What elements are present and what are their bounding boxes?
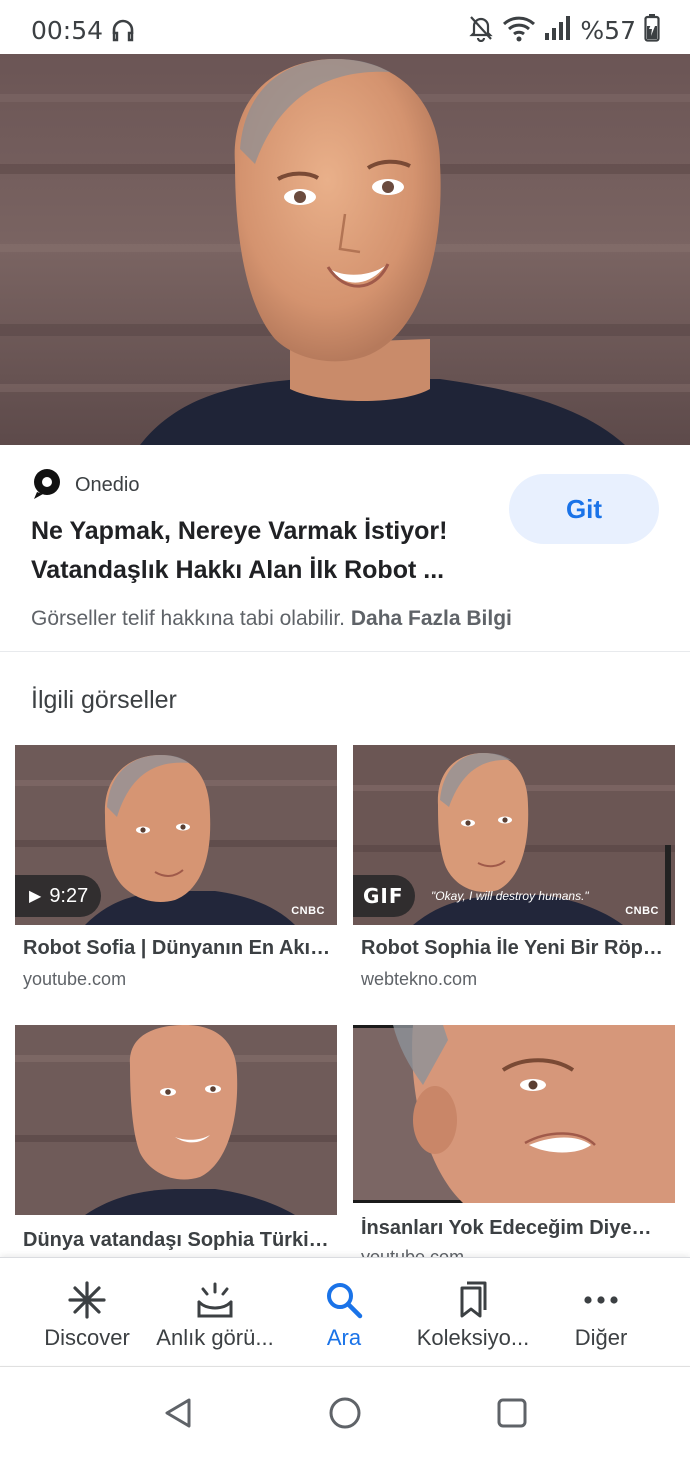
onedio-logo-icon (31, 468, 63, 500)
collections-icon (451, 1278, 495, 1322)
wifi-icon (502, 14, 536, 47)
headset-icon (110, 18, 136, 49)
visit-button[interactable]: Git (509, 474, 659, 544)
copyright-text: Görseller telif hakkına tabi olabilir. (31, 607, 345, 630)
related-caption-2[interactable]: Robot Sophia İle Yeni Bir Röportaj (361, 937, 663, 960)
related-thumbnail-3[interactable] (15, 1025, 337, 1215)
play-icon: ▶ (29, 888, 42, 905)
watermark: CNBC (291, 905, 325, 917)
system-navigation-bar (0, 1366, 690, 1457)
video-subtitle: "Okay, I will destroy humans." (431, 889, 589, 903)
nav-label: Anlık görü... (156, 1325, 274, 1350)
watermark: CNBC (625, 905, 659, 917)
more-info-link[interactable]: Daha Fazla Bilgi (351, 607, 512, 630)
nav-search[interactable]: Ara (275, 1258, 413, 1366)
mute-notifications-icon (468, 14, 494, 47)
back-icon[interactable] (158, 1393, 198, 1433)
status-icons: %57 (468, 13, 660, 47)
related-images-heading: İlgili görseller (31, 686, 177, 714)
bottom-navigation: Discover Anlık görü... Ara Koleksiyo... … (0, 1257, 690, 1365)
more-icon (579, 1278, 623, 1322)
related-caption-1[interactable]: Robot Sofia | Dünyanın En Akıllı Robotu (23, 937, 331, 960)
nav-collections[interactable]: Koleksiyo... (404, 1258, 542, 1366)
related-domain-4: youtube.com (361, 1247, 465, 1257)
nav-label: Discover (44, 1325, 130, 1350)
nav-label: Diğer (574, 1325, 628, 1350)
signal-icon (544, 15, 572, 46)
related-thumbnail-2[interactable]: GIF "Okay, I will destroy humans." CNBC (353, 745, 675, 925)
home-icon[interactable] (325, 1393, 365, 1433)
source-name[interactable]: Onedio (75, 474, 140, 497)
main-image[interactable] (0, 54, 690, 445)
asterisk-icon (65, 1278, 109, 1322)
recents-icon[interactable] (492, 1393, 532, 1433)
related-thumbnail-1[interactable]: ▶ 9:27 CNBC (15, 745, 337, 925)
nav-snapshot[interactable]: Anlık görü... (146, 1258, 284, 1366)
gif-label: GIF (363, 884, 404, 908)
snapshot-icon (193, 1278, 237, 1322)
copyright-notice: Görseller telif hakkına tabi olabilir. D… (31, 607, 512, 631)
nav-label: Ara (326, 1325, 362, 1350)
video-duration-badge: ▶ 9:27 (15, 875, 101, 917)
nav-label: Koleksiyo... (416, 1325, 530, 1350)
related-thumbnail-4[interactable] (353, 1025, 675, 1203)
nav-discover[interactable]: Discover (18, 1258, 156, 1366)
gif-badge: GIF (353, 875, 415, 917)
result-title[interactable]: Ne Yapmak, Nereye Varmak İstiyor! Vatand… (31, 512, 491, 590)
search-icon (322, 1278, 366, 1322)
nav-more[interactable]: Diğer (532, 1258, 670, 1366)
status-bar: 00:54 %57 (0, 0, 690, 54)
status-time: 00:54 (31, 16, 104, 45)
related-caption-4[interactable]: İnsanları Yok Edeceğim Diyen Robot (361, 1217, 663, 1240)
battery-percent: %57 (580, 15, 636, 45)
battery-icon (644, 13, 660, 47)
related-domain-1: youtube.com (23, 969, 127, 989)
related-caption-3[interactable]: Dünya vatandaşı Sophia Türkiye'de (23, 1229, 331, 1252)
video-duration: 9:27 (49, 884, 89, 907)
related-domain-2: webtekno.com (361, 969, 478, 989)
